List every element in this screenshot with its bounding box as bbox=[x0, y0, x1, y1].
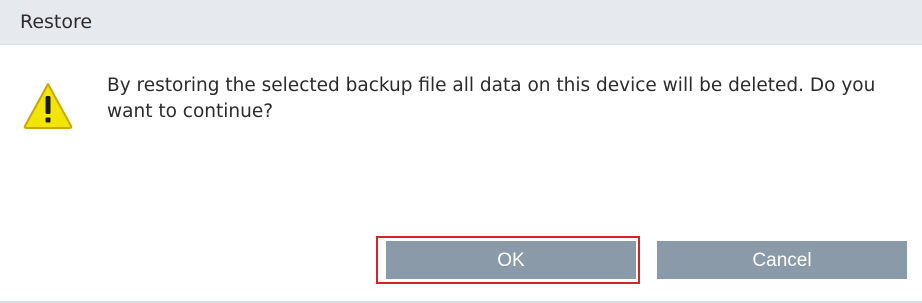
dialog-title: Restore bbox=[20, 11, 93, 33]
dialog-message: By restoring the selected backup file al… bbox=[107, 75, 876, 122]
restore-dialog: Restore By restoring the selected backup… bbox=[0, 0, 922, 303]
dialog-titlebar: Restore bbox=[0, 0, 922, 45]
warning-icon bbox=[23, 83, 73, 129]
cancel-button[interactable]: Cancel bbox=[657, 241, 907, 279]
ok-button[interactable]: OK bbox=[386, 241, 636, 279]
